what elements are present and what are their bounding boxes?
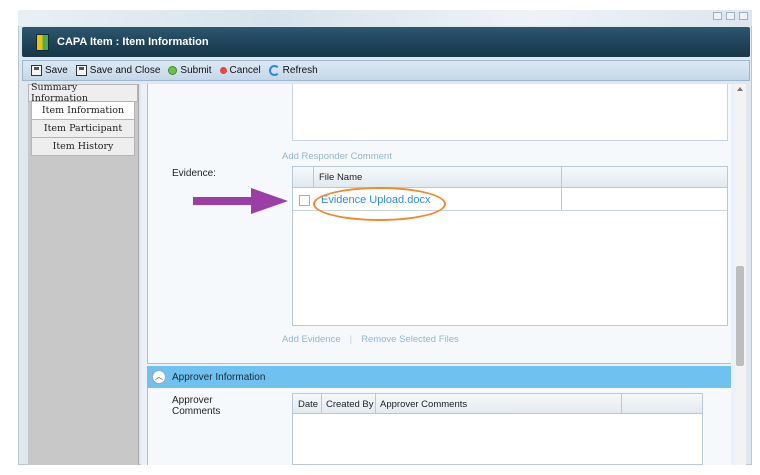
add-responder-comment-link[interactable]: Add Responder Comment [282, 151, 392, 162]
window-controls [713, 12, 748, 20]
submit-button[interactable]: Submit [168, 65, 212, 76]
page-title: CAPA Item : Item Information [57, 36, 209, 48]
close-button[interactable] [739, 12, 748, 20]
collapse-icon[interactable]: ︿ [152, 370, 166, 384]
scroll-up-icon[interactable] [737, 87, 743, 91]
approver-comments-grid: Date Created By Approver Comments [292, 393, 703, 465]
save-icon [31, 65, 42, 76]
cancel-icon [219, 67, 227, 74]
approver-grid-header: Date Created By Approver Comments [293, 394, 702, 414]
nav-item-item-participant[interactable]: Item Participant [31, 120, 135, 138]
scroll-thumb[interactable] [736, 266, 744, 366]
minimize-button[interactable] [713, 12, 722, 20]
approver-comments-label: Approver Comments [172, 395, 221, 417]
save-button[interactable]: Save [31, 65, 68, 76]
grid-separator [321, 394, 322, 414]
add-evidence-link[interactable]: Add Evidence [282, 334, 341, 345]
refresh-icon [268, 65, 280, 76]
toolbar: Save Save and Close Submit Cancel Refres… [22, 60, 750, 81]
remove-selected-files-link[interactable]: Remove Selected Files [361, 334, 459, 345]
cancel-label: Cancel [229, 65, 261, 76]
submit-icon [168, 66, 178, 75]
nav-item-item-history[interactable]: Item History [31, 138, 135, 156]
column-created-by: Created By [326, 399, 374, 410]
left-nav: Summary Information Item Information Ite… [28, 82, 139, 465]
refresh-button[interactable]: Refresh [268, 65, 318, 76]
approver-section-header[interactable]: ︿ Approver Information [147, 366, 731, 388]
maximize-button[interactable] [726, 12, 735, 20]
save-and-close-label: Save and Close [89, 65, 161, 76]
submit-label: Submit [180, 65, 212, 76]
evidence-grid-header: File Name [293, 167, 727, 211]
window-title-strip [18, 10, 752, 26]
save-close-icon [75, 65, 87, 76]
nav-item-item-information[interactable]: Item Information [31, 102, 135, 120]
arrow-annotation [193, 188, 288, 214]
grid-separator [313, 167, 314, 188]
cancel-button[interactable]: Cancel [219, 65, 261, 76]
column-approver-comments: Approver Comments [380, 399, 468, 410]
column-file-name: File Name [319, 172, 363, 183]
responder-comment-box[interactable] [292, 84, 728, 141]
grid-separator [621, 394, 622, 414]
evidence-label: Evidence: [172, 168, 216, 179]
link-divider: | [349, 334, 353, 345]
app-logo-icon [36, 33, 49, 51]
vertical-scrollbar[interactable] [735, 84, 746, 465]
file-select-checkbox[interactable] [299, 195, 310, 206]
nav-item-summary-information[interactable]: Summary Information [28, 82, 138, 104]
approver-section-title: Approver Information [172, 371, 266, 383]
save-and-close-button[interactable]: Save and Close [75, 65, 161, 76]
column-date: Date [298, 399, 319, 410]
app-header: CAPA Item : Item Information [22, 27, 750, 57]
evidence-actions: Add Evidence | Remove Selected Files [282, 334, 459, 345]
grid-separator [375, 394, 376, 414]
highlight-oval-annotation [313, 187, 446, 221]
refresh-label: Refresh [282, 65, 318, 76]
save-label: Save [45, 65, 68, 76]
